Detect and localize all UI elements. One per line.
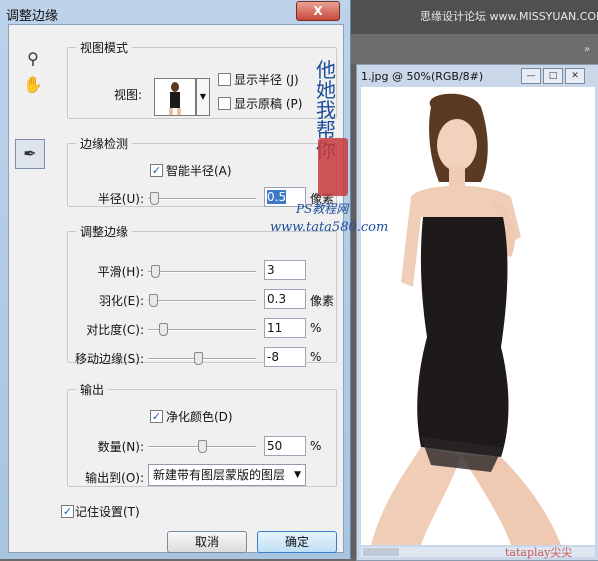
adjust-row-thumb[interactable] <box>149 294 158 307</box>
hand-icon[interactable]: ✋ <box>21 73 45 97</box>
adjust-row-thumb[interactable] <box>159 323 168 336</box>
view-thumbnail[interactable] <box>154 78 196 116</box>
zoom-icon[interactable]: ⚲ <box>21 47 45 71</box>
adjust-row-label: 羽化(E): <box>99 294 144 308</box>
footer-watermark: tataplay尖尖 <box>505 546 573 559</box>
remember-settings-checkbox[interactable]: ✓ <box>61 505 74 518</box>
photo-model <box>371 93 561 545</box>
amount-label: 数量(N): <box>97 440 144 454</box>
radius-label: 半径(U): <box>97 192 144 206</box>
view-preview-icon <box>155 79 195 115</box>
chevron-down-icon: ▼ <box>294 470 301 480</box>
edge-detection-legend: 边缘检测 <box>80 137 129 151</box>
adjust-row-thumb[interactable] <box>194 352 203 365</box>
radius-thumb[interactable] <box>150 192 159 205</box>
adjust-row-slider[interactable] <box>148 323 256 336</box>
adjust-row-thumb[interactable] <box>151 265 160 278</box>
adjust-row-slider[interactable] <box>148 265 256 278</box>
show-radius-label: 显示半径 (J) <box>234 73 299 87</box>
forum-watermark: 思缘设计论坛 www.MISSYUAN.COM <box>420 10 598 23</box>
decontaminate-checkbox[interactable]: ✓ <box>150 410 163 423</box>
output-to-value: 新建带有图层蒙版的图层 <box>153 468 286 482</box>
output-group: 输出 ✓ 净化颜色(D) 数量(N): 50 % 输出到(O): 新建带有图层蒙… <box>67 381 337 487</box>
amount-unit: % <box>310 439 322 453</box>
view-mode-group: 视图模式 视图: ▼ 显示半径 (J) 显示原稿 (P) <box>67 39 337 119</box>
adjust-row-label: 移动边缘(S): <box>74 352 144 366</box>
edge-detection-group: 边缘检测 ✓ 智能半径(A) 半径(U): 0.5 像素 <box>67 135 337 207</box>
view-mode-legend: 视图模式 <box>80 41 129 55</box>
show-original-label: 显示原稿 (P) <box>234 97 303 111</box>
amount-input[interactable]: 50 <box>264 436 306 456</box>
adjust-row-input[interactable]: 0.3 <box>264 289 306 309</box>
remember-settings-label: 记住设置(T) <box>75 505 140 519</box>
decontaminate-label: 净化颜色(D) <box>166 410 233 424</box>
adjust-row-label: 对比度(C): <box>86 323 144 337</box>
adjust-row-slider[interactable] <box>148 352 256 365</box>
document-title: 1.jpg @ 50%(RGB/8#) <box>361 70 484 83</box>
ps-panel-strip: » <box>350 34 598 64</box>
show-radius-checkbox[interactable] <box>218 73 231 86</box>
radius-slider[interactable] <box>148 192 256 205</box>
adjust-row-input[interactable]: 11 <box>264 318 306 338</box>
seal-stamp <box>318 138 348 196</box>
show-original-checkbox[interactable] <box>218 97 231 110</box>
close-doc-button[interactable]: ✕ <box>565 68 585 84</box>
view-label: 视图: <box>113 88 142 102</box>
adjust-row-slider[interactable] <box>148 294 256 307</box>
adjust-row-input[interactable]: 3 <box>264 260 306 280</box>
amount-thumb[interactable] <box>198 440 207 453</box>
document-window: 1.jpg @ 50%(RGB/8#) — □ ✕ tataplay尖尖 <box>356 64 598 561</box>
adjust-row-input[interactable]: -8 <box>264 347 306 367</box>
cancel-button[interactable]: 取消 <box>167 531 247 553</box>
dialog-body: ⚲ ✋ ✒ 视图模式 视图: ▼ 显示半径 (J) 显示原稿 (P) 边缘检测 … <box>8 24 344 553</box>
view-dropdown-arrow-icon[interactable]: ▼ <box>196 78 210 116</box>
document-canvas[interactable] <box>361 87 595 545</box>
refine-edge-dialog: 调整边缘 X ⚲ ✋ ✒ 视图模式 视图: ▼ 显示半径 (J) 显示原稿 (P… <box>0 0 351 559</box>
output-legend: 输出 <box>80 383 105 397</box>
ps-top-bar: 思缘设计论坛 www.MISSYUAN.COM <box>350 0 598 34</box>
collapse-arrow-icon[interactable]: » <box>584 44 590 55</box>
refine-radius-brush-icon[interactable]: ✒ <box>15 139 45 169</box>
ok-button[interactable]: 确定 <box>257 531 337 553</box>
output-to-label: 输出到(O): <box>85 471 144 485</box>
adjust-row-unit: % <box>310 350 322 364</box>
adjust-row-label: 平滑(H): <box>97 265 144 279</box>
adjust-edge-group: 调整边缘 平滑(H): 3 羽化(E): 0.3 像素对比度(C): 11% 移动边缘(S)… <box>67 223 337 367</box>
dialog-title: 调整边缘 <box>6 9 59 24</box>
maximize-button[interactable]: □ <box>543 68 563 84</box>
smart-radius-label: 智能半径(A) <box>166 164 232 178</box>
watermark-ps: PS教程网 <box>296 202 349 216</box>
watermark-url: www.tata580.com <box>270 220 389 235</box>
adjust-row-unit: 像素 <box>310 294 335 308</box>
scroll-grip[interactable] <box>363 548 399 556</box>
minimize-button[interactable]: — <box>521 68 541 84</box>
smart-radius-checkbox[interactable]: ✓ <box>150 164 163 177</box>
adjust-row-unit: % <box>310 321 322 335</box>
amount-slider[interactable] <box>148 440 256 453</box>
close-button[interactable]: X <box>296 1 340 21</box>
output-to-select[interactable]: 新建带有图层蒙版的图层 ▼ <box>148 464 306 486</box>
adjust-edge-legend: 调整边缘 <box>80 225 129 239</box>
